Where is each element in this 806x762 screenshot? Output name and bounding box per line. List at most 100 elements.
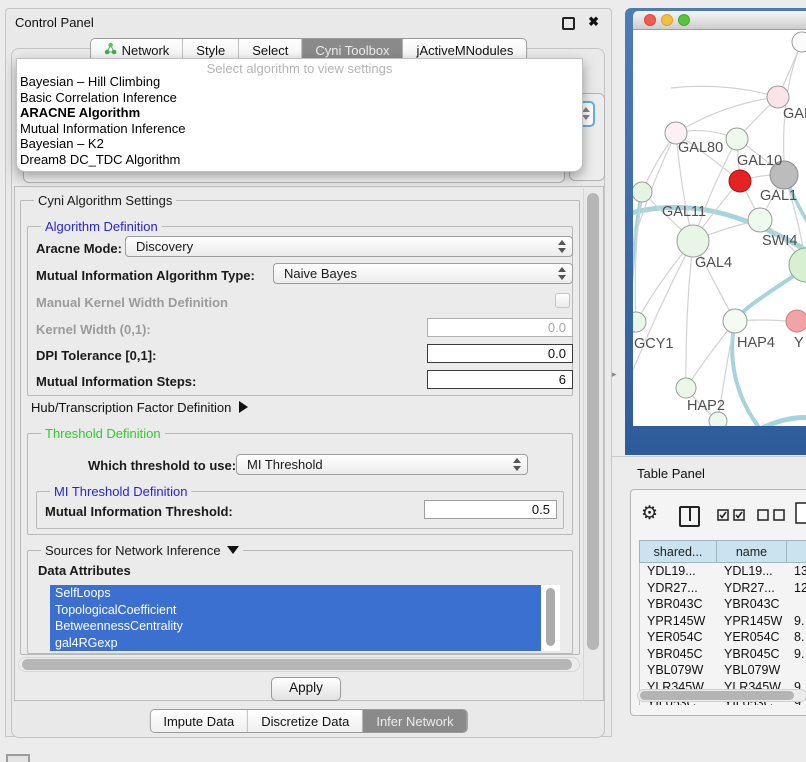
- list-scrollbar-thumb[interactable]: [546, 588, 555, 646]
- table-cell[interactable]: [787, 596, 806, 613]
- network-graph[interactable]: GALGAL80GAL10GAL1GAL11SWI4GAL4GCY1HAP4YH…: [633, 30, 806, 426]
- kernel-width-input[interactable]: [427, 318, 573, 337]
- table-row[interactable]: YDL19...YDL19...13: [640, 563, 806, 580]
- network-node-SWI4[interactable]: [748, 208, 772, 232]
- tab-label: Style: [196, 43, 225, 58]
- network-icon: [104, 42, 117, 58]
- table-row[interactable]: YBR043CYBR043C: [640, 596, 806, 613]
- algorithm-option[interactable]: Bayesian – Hill Climbing: [17, 74, 582, 90]
- column-header[interactable]: name: [716, 540, 786, 563]
- table-cell[interactable]: YBL079W: [717, 662, 787, 679]
- attribute-item[interactable]: SelfLoops: [50, 585, 541, 602]
- scrollbar-thumb[interactable]: [22, 659, 572, 670]
- settings-vertical-scrollbar[interactable]: [583, 188, 604, 700]
- table-cell[interactable]: YPR145W: [717, 613, 787, 630]
- network-node-node-bottom[interactable]: [709, 412, 727, 426]
- algorithm-option[interactable]: ARACNE Algorithm: [17, 105, 582, 121]
- manual-kernel-label: Manual Kernel Width Definition: [36, 295, 228, 310]
- table-cell[interactable]: YBR043C: [717, 596, 787, 613]
- table-horizontal-scrollbar[interactable]: [637, 689, 806, 702]
- table-cell[interactable]: YBR043C: [640, 596, 717, 613]
- network-node-GAL4[interactable]: [677, 225, 709, 257]
- column-header[interactable]: A: [786, 540, 806, 563]
- algorithm-option[interactable]: Bayesian – K2: [17, 136, 582, 152]
- network-node-HAP4[interactable]: [723, 309, 747, 333]
- table-cell[interactable]: YDR27...: [717, 580, 787, 597]
- dpi-tolerance-input[interactable]: [427, 344, 573, 363]
- settings-horizontal-scrollbar[interactable]: [18, 657, 580, 672]
- which-threshold-value: MI Threshold: [237, 457, 323, 472]
- table-cell[interactable]: YBR045C: [640, 646, 717, 663]
- table-cell[interactable]: YER054C: [717, 629, 787, 646]
- close-icon[interactable]: ✖: [588, 14, 599, 30]
- bottom-tab-label: Infer Network: [376, 714, 453, 729]
- hub-definition-toggle[interactable]: Hub/Transcription Factor Definition: [31, 400, 248, 415]
- docked-panel-icon[interactable]: [6, 754, 30, 762]
- splitter-handle[interactable]: ▸: [612, 369, 617, 380]
- manual-kernel-checkbox[interactable]: [555, 293, 570, 308]
- table-cell[interactable]: 9.: [787, 613, 806, 630]
- network-node-GCY1[interactable]: [633, 312, 646, 332]
- float-window-icon[interactable]: [562, 17, 575, 30]
- which-threshold-select[interactable]: MI Threshold: [236, 454, 528, 475]
- table-row[interactable]: YBR045CYBR045C9.: [640, 646, 806, 663]
- split-columns-icon[interactable]: [679, 506, 700, 527]
- table-cell[interactable]: 12: [787, 580, 806, 597]
- table-cell[interactable]: 9.: [787, 646, 806, 663]
- close-traffic-light[interactable]: [644, 14, 656, 26]
- settings-gear-icon[interactable]: ⚙: [641, 502, 658, 525]
- network-window-titlebar[interactable]: [633, 11, 806, 30]
- network-canvas[interactable]: GALGAL80GAL10GAL1GAL11SWI4GAL4GCY1HAP4YH…: [633, 30, 806, 426]
- zoom-traffic-light[interactable]: [678, 14, 690, 26]
- network-node-GAL10[interactable]: [726, 128, 748, 150]
- attribute-item[interactable]: BetweennessCentrality: [50, 618, 541, 635]
- network-edge[interactable]: [676, 97, 778, 133]
- table-cell[interactable]: [787, 662, 806, 679]
- network-node-node-red[interactable]: [729, 170, 751, 192]
- minimize-traffic-light[interactable]: [661, 14, 673, 26]
- table-row[interactable]: YBL079WYBL079W: [640, 662, 806, 679]
- deselect-all-icon[interactable]: [757, 509, 787, 521]
- table-cell[interactable]: 13: [787, 563, 806, 580]
- mi-steps-input[interactable]: [427, 370, 573, 389]
- mi-threshold-input[interactable]: [424, 500, 557, 519]
- table-row[interactable]: YPR145WYPR145W9.: [640, 613, 806, 630]
- network-edge[interactable]: [671, 86, 778, 97]
- table-cell[interactable]: YDL19...: [640, 563, 717, 580]
- table-cell[interactable]: YER054C: [640, 629, 717, 646]
- attribute-item[interactable]: gal4RGexp: [50, 635, 541, 652]
- network-node-node-salmon[interactable]: [786, 310, 806, 332]
- table-cell[interactable]: YPR145W: [640, 613, 717, 630]
- scrollbar-thumb[interactable]: [640, 691, 794, 700]
- table-cell[interactable]: YBL079W: [640, 662, 717, 679]
- sources-title[interactable]: Sources for Network Inference: [41, 543, 243, 558]
- table-cell[interactable]: 8.: [787, 629, 806, 646]
- bottom-tab-discretize-data[interactable]: Discretize Data: [248, 710, 363, 732]
- network-node-GAL11[interactable]: [633, 182, 652, 202]
- table-cell[interactable]: YDL19...: [717, 563, 787, 580]
- new-table-icon[interactable]: [795, 502, 806, 524]
- table-cell[interactable]: YBR045C: [717, 646, 787, 663]
- network-node-node-top[interactable]: [792, 32, 806, 52]
- scrollbar-thumb[interactable]: [587, 193, 599, 650]
- algorithm-option[interactable]: Dream8 DC_TDC Algorithm: [17, 152, 582, 168]
- table-cell[interactable]: YDR27...: [640, 580, 717, 597]
- network-node-node-pink[interactable]: [767, 86, 789, 108]
- aracne-mode-select[interactable]: Discovery: [125, 236, 573, 257]
- bottom-tab-infer-network[interactable]: Infer Network: [363, 710, 466, 732]
- select-all-checks-icon[interactable]: [717, 509, 747, 521]
- network-node-HAP2[interactable]: [676, 378, 696, 398]
- column-header[interactable]: shared...: [639, 540, 716, 563]
- node-label-GAL4: GAL4: [695, 255, 732, 271]
- bottom-tab-impute-data[interactable]: Impute Data: [150, 710, 248, 732]
- network-edge[interactable]: [686, 241, 693, 388]
- mi-type-select[interactable]: Naive Bayes: [273, 263, 573, 284]
- algorithm-option[interactable]: Basic Correlation Inference: [17, 90, 582, 106]
- sources-title-text: Sources for Network Inference: [45, 543, 221, 558]
- table-row[interactable]: YDR27...YDR27...12: [640, 580, 806, 597]
- algorithm-option[interactable]: Mutual Information Inference: [17, 121, 582, 137]
- apply-button[interactable]: Apply: [271, 677, 341, 701]
- algorithm-placeholder: Select algorithm to view settings: [17, 59, 582, 74]
- table-row[interactable]: YER054CYER054C8.: [640, 629, 806, 646]
- attribute-item[interactable]: TopologicalCoefficient: [50, 602, 541, 619]
